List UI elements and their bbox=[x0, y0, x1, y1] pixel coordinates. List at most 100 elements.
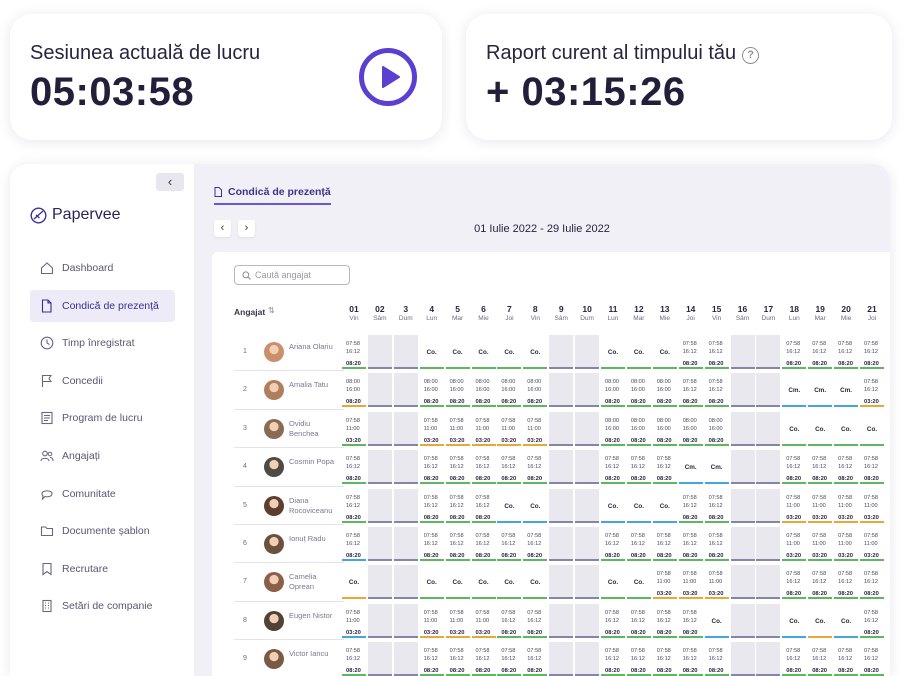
attendance-cell[interactable] bbox=[756, 642, 781, 676]
attendance-cell[interactable]: Co. bbox=[419, 335, 444, 369]
attendance-cell[interactable]: 08:00 16:00 08:20 bbox=[342, 373, 366, 408]
collapse-sidebar-button[interactable]: ‹ bbox=[156, 173, 184, 191]
attendance-cell[interactable] bbox=[730, 603, 755, 638]
attendance-cell[interactable]: 07:58 11:00 03:20 bbox=[342, 411, 366, 446]
attendance-cell[interactable]: 07:58 16:12 08:20 bbox=[834, 450, 859, 485]
attendance-cell[interactable]: 07:58 11:00 03:20 bbox=[652, 565, 677, 600]
attendance-cell[interactable]: 07:58 16:12 08:20 bbox=[626, 527, 651, 561]
attendance-cell[interactable]: 07:58 16:12 08:20 bbox=[342, 642, 366, 676]
attendance-cell[interactable]: 07:58 16:12 08:20 bbox=[471, 527, 496, 561]
attendance-cell[interactable] bbox=[367, 488, 392, 523]
attendance-cell[interactable]: 07:58 11:00 03:20 bbox=[834, 488, 859, 523]
attendance-cell[interactable] bbox=[393, 411, 418, 446]
attendance-cell[interactable] bbox=[730, 335, 755, 369]
attendance-cell[interactable]: Co. bbox=[782, 411, 807, 446]
attendance-cell[interactable]: 07:58 11:00 03:20 bbox=[704, 565, 729, 600]
attendance-cell[interactable]: 07:58 16:12 08:20 bbox=[342, 450, 366, 485]
attendance-cell[interactable] bbox=[756, 373, 781, 408]
play-button[interactable] bbox=[359, 48, 417, 106]
attendance-cell[interactable]: 07:58 11:00 03:20 bbox=[419, 603, 444, 638]
attendance-cell[interactable] bbox=[575, 565, 600, 600]
attendance-cell[interactable]: 07:58 16:12 08:20 bbox=[471, 450, 496, 485]
attendance-cell[interactable]: 07:58 16:12 08:20 bbox=[523, 527, 548, 561]
attendance-cell[interactable]: 07:58 11:00 03:20 bbox=[808, 527, 833, 561]
attendance-cell[interactable]: 07:58 11:00 03:20 bbox=[860, 488, 884, 523]
attendance-cell[interactable] bbox=[549, 373, 574, 408]
sidebar-item-program-de-lucru[interactable]: Program de lucru bbox=[30, 402, 175, 434]
attendance-cell[interactable]: 07:58 16:12 08:20 bbox=[342, 527, 366, 561]
attendance-cell[interactable]: Co. bbox=[626, 565, 651, 600]
attendance-cell[interactable] bbox=[575, 335, 600, 369]
attendance-cell[interactable]: Cm. bbox=[782, 373, 807, 408]
attendance-cell[interactable]: 07:58 16:12 08:20 bbox=[678, 488, 703, 523]
attendance-cell[interactable]: 07:58 11:00 03:20 bbox=[419, 411, 444, 446]
attendance-cell[interactable]: Co. bbox=[497, 488, 522, 523]
attendance-cell[interactable]: Co. bbox=[782, 603, 807, 638]
attendance-cell[interactable]: Co. bbox=[523, 335, 548, 369]
attendance-cell[interactable]: 07:58 16:12 08:20 bbox=[626, 603, 651, 638]
attendance-cell[interactable]: 07:58 11:00 03:20 bbox=[678, 565, 703, 600]
attendance-cell[interactable]: 07:58 16:12 08:20 bbox=[471, 642, 496, 676]
attendance-cell[interactable] bbox=[575, 373, 600, 408]
attendance-cell[interactable]: 07:58 16:12 08:20 bbox=[601, 527, 625, 561]
attendance-cell[interactable] bbox=[367, 335, 392, 369]
attendance-cell[interactable]: 07:58 16:12 08:20 bbox=[678, 373, 703, 408]
attendance-cell[interactable] bbox=[575, 642, 600, 676]
attendance-cell[interactable]: 07:58 11:00 03:20 bbox=[471, 603, 496, 638]
attendance-cell[interactable]: 07:58 16:12 08:20 bbox=[523, 450, 548, 485]
employee-row-label[interactable]: 6 Ionuț Radu bbox=[212, 525, 342, 563]
attendance-cell[interactable]: 07:58 16:12 03:20 bbox=[860, 373, 884, 408]
attendance-cell[interactable] bbox=[549, 411, 574, 446]
attendance-cell[interactable]: 08:00 16:00 08:20 bbox=[445, 373, 470, 408]
attendance-cell[interactable]: 07:58 16:12 08:20 bbox=[808, 642, 833, 676]
attendance-cell[interactable] bbox=[367, 603, 392, 638]
attendance-cell[interactable]: 07:58 16:12 08:20 bbox=[678, 527, 703, 561]
employee-row-label[interactable]: 3 Ovidiu Benchea bbox=[212, 410, 342, 448]
attendance-cell[interactable]: Co. bbox=[704, 603, 729, 638]
attendance-cell[interactable]: 07:58 16:12 08:20 bbox=[626, 642, 651, 676]
attendance-cell[interactable]: 07:58 16:12 08:20 bbox=[601, 450, 625, 485]
attendance-cell[interactable] bbox=[367, 527, 392, 561]
attendance-cell[interactable]: Co. bbox=[652, 488, 677, 523]
employee-row-label[interactable]: 8 Eugen Nistor bbox=[212, 602, 342, 640]
employee-row-label[interactable]: 1 Ariana Olariu bbox=[212, 333, 342, 371]
attendance-cell[interactable]: 07:58 16:12 08:20 bbox=[704, 488, 729, 523]
attendance-cell[interactable]: 07:58 16:12 08:20 bbox=[782, 565, 807, 600]
attendance-cell[interactable]: 08:00 16:00 08:20 bbox=[652, 411, 677, 446]
sidebar-item-recrutare[interactable]: Recrutare bbox=[30, 553, 175, 585]
attendance-cell[interactable] bbox=[730, 642, 755, 676]
attendance-cell[interactable]: 07:58 16:12 08:20 bbox=[834, 642, 859, 676]
attendance-cell[interactable] bbox=[575, 488, 600, 523]
attendance-cell[interactable] bbox=[730, 411, 755, 446]
sidebar-item-comunitate[interactable]: Comunitate bbox=[30, 478, 175, 510]
attendance-cell[interactable]: 07:58 16:12 08:20 bbox=[497, 450, 522, 485]
attendance-cell[interactable] bbox=[575, 527, 600, 561]
attendance-cell[interactable]: Co. bbox=[808, 603, 833, 638]
attendance-cell[interactable]: Co. bbox=[860, 411, 884, 446]
attendance-cell[interactable]: Co. bbox=[652, 335, 677, 369]
attendance-cell[interactable]: 07:58 16:12 08:20 bbox=[652, 642, 677, 676]
attendance-cell[interactable] bbox=[756, 603, 781, 638]
attendance-cell[interactable]: 07:58 16:12 08:20 bbox=[704, 642, 729, 676]
attendance-cell[interactable] bbox=[756, 411, 781, 446]
attendance-cell[interactable] bbox=[549, 603, 574, 638]
attendance-cell[interactable]: 08:00 16:00 08:20 bbox=[419, 373, 444, 408]
attendance-cell[interactable]: 07:58 16:12 08:20 bbox=[860, 335, 884, 369]
attendance-cell[interactable]: 07:58 16:12 08:20 bbox=[860, 565, 884, 600]
attendance-cell[interactable]: Co. bbox=[497, 335, 522, 369]
attendance-cell[interactable] bbox=[367, 373, 392, 408]
attendance-cell[interactable] bbox=[575, 450, 600, 485]
attendance-cell[interactable] bbox=[549, 335, 574, 369]
attendance-cell[interactable] bbox=[756, 527, 781, 561]
attendance-cell[interactable]: 07:58 16:12 08:20 bbox=[808, 450, 833, 485]
attendance-cell[interactable]: 07:58 16:12 08:20 bbox=[678, 603, 703, 638]
employee-row-label[interactable]: 5 Diana Rocoviceanu bbox=[212, 487, 342, 525]
attendance-cell[interactable] bbox=[730, 373, 755, 408]
attendance-cell[interactable]: 07:58 16:12 08:20 bbox=[342, 335, 366, 369]
attendance-cell[interactable]: 07:58 16:12 08:20 bbox=[419, 642, 444, 676]
attendance-cell[interactable]: Co. bbox=[523, 488, 548, 523]
attendance-cell[interactable]: 07:58 16:12 08:20 bbox=[342, 488, 366, 523]
sidebar-item-setări-de-companie[interactable]: Setări de companie bbox=[30, 590, 175, 622]
attendance-cell[interactable]: 07:58 16:12 08:20 bbox=[782, 450, 807, 485]
search-employee-input[interactable]: Caută angajat bbox=[234, 265, 350, 285]
